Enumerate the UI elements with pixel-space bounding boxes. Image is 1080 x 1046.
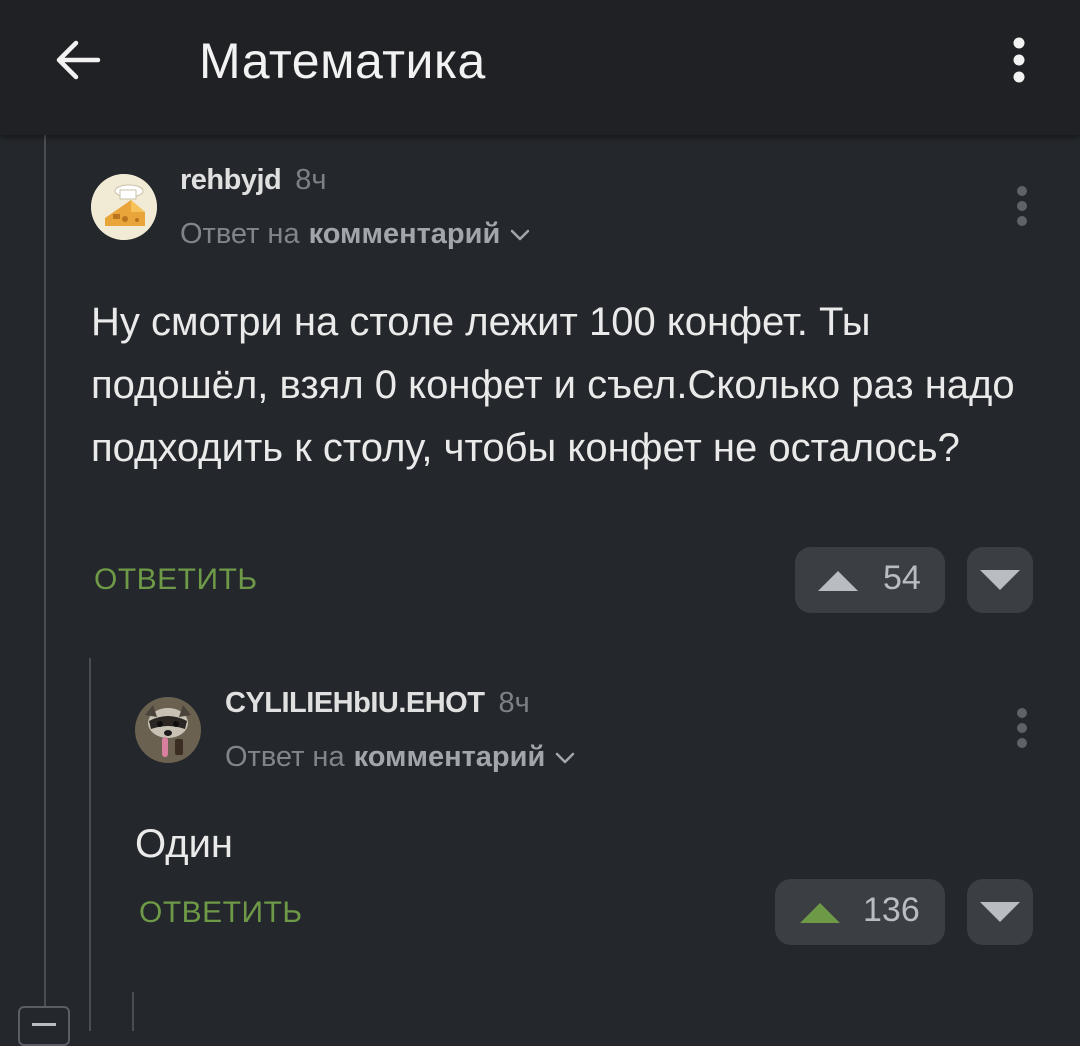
triangle-down-icon <box>980 902 1020 922</box>
comment-time: 8ч <box>498 687 530 719</box>
reply-to-prefix: Ответ на <box>180 218 300 250</box>
comment-menu-button[interactable] <box>1010 182 1034 230</box>
thread-line[interactable] <box>44 135 46 1031</box>
back-button[interactable] <box>40 25 116 95</box>
downvote-button[interactable] <box>967 879 1033 945</box>
reply-button[interactable]: ОТВЕТИТЬ <box>139 896 303 930</box>
comment-author[interactable]: rehbyjd <box>180 164 282 197</box>
reply-to-prefix: Ответ на <box>225 741 345 773</box>
comment-time: 8ч <box>295 164 327 196</box>
thread-line[interactable] <box>89 658 91 1031</box>
avatar-raccoon-icon <box>135 697 201 763</box>
comment-text: Ну смотри на столе лежит 100 конфет. Ты … <box>91 300 1015 470</box>
reply-to-target[interactable]: комментарий <box>354 741 546 774</box>
vote-score: 54 <box>883 559 921 597</box>
comment-text: Один <box>135 822 234 866</box>
page-title: Математика <box>199 33 486 89</box>
reply-button[interactable]: ОТВЕТИТЬ <box>94 563 258 597</box>
triangle-up-icon <box>818 571 858 591</box>
downvote-button[interactable] <box>967 547 1033 613</box>
upvote-button[interactable]: 136 <box>775 879 945 945</box>
reply-to[interactable]: Ответ на комментарий <box>225 741 575 774</box>
reply-to-target[interactable]: комментарий <box>309 218 501 251</box>
collapse-thread-button[interactable] <box>18 1006 70 1046</box>
upvote-button[interactable]: 54 <box>795 547 945 613</box>
reply-to[interactable]: Ответ на комментарий <box>180 218 530 251</box>
chevron-down-icon[interactable] <box>510 229 530 241</box>
more-vert-icon <box>1017 186 1027 226</box>
vote-score: 136 <box>863 891 920 929</box>
more-vert-icon <box>1013 37 1025 83</box>
overflow-menu-button[interactable] <box>998 28 1040 92</box>
minus-icon <box>32 1023 56 1026</box>
arrow-left-icon <box>56 40 101 80</box>
more-vert-icon <box>1017 708 1027 748</box>
avatar[interactable] <box>91 174 157 240</box>
app-bar: Математика <box>0 0 1080 135</box>
comment-menu-button[interactable] <box>1010 704 1034 752</box>
avatar[interactable] <box>135 697 201 763</box>
chevron-down-icon[interactable] <box>555 752 575 764</box>
thread-line[interactable] <box>132 992 134 1031</box>
triangle-up-icon <box>800 903 840 923</box>
avatar-cheese-icon <box>91 174 157 240</box>
triangle-down-icon <box>980 570 1020 590</box>
comment-author[interactable]: CYLILIEHbIU.EHOT <box>225 687 485 720</box>
